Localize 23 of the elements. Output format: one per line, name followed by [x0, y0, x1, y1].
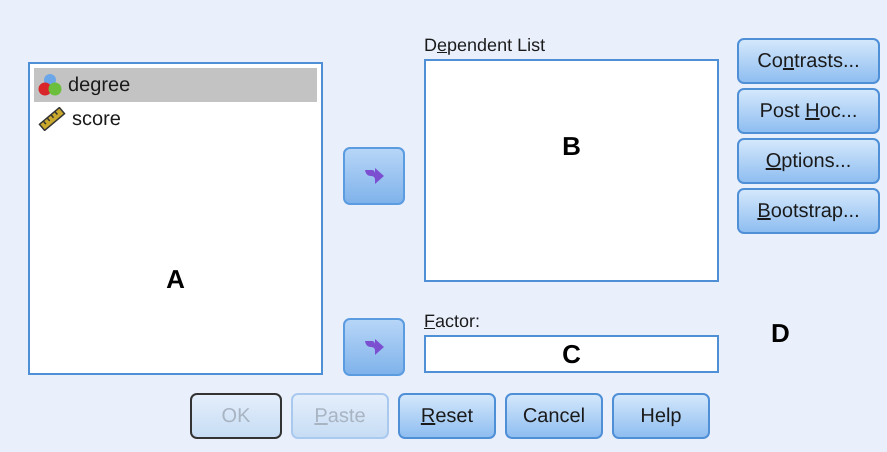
- dialog-button[interactable]: Contrasts...: [737, 38, 880, 84]
- annotation-label: D: [771, 318, 790, 348]
- dialog-button[interactable]: Cancel: [505, 393, 603, 439]
- move-arrow-button[interactable]: [343, 318, 405, 376]
- annotation-label: B: [562, 130, 581, 163]
- factor-field[interactable]: C: [424, 335, 719, 373]
- variable-list[interactable]: degree score A: [28, 62, 323, 375]
- field-label: Factor:: [424, 310, 482, 333]
- dialog-button[interactable]: Reset: [398, 393, 496, 439]
- arrow-icon: [363, 337, 385, 357]
- dialog-button[interactable]: Help: [612, 393, 710, 439]
- variable-item[interactable]: score: [34, 102, 317, 136]
- variable-item[interactable]: degree: [34, 68, 317, 102]
- dialog-button[interactable]: Bootstrap...: [737, 188, 880, 234]
- annotation-label: C: [562, 338, 581, 370]
- nominal-icon: [38, 73, 62, 97]
- dependent-list[interactable]: B: [424, 59, 719, 282]
- annotation-label: A: [166, 263, 185, 296]
- move-arrow-button[interactable]: [343, 147, 405, 205]
- arrow-icon: [363, 166, 385, 186]
- field-label: Dependent List: [424, 34, 546, 57]
- dialog-button[interactable]: Post Hoc...: [737, 88, 880, 134]
- dialog-button[interactable]: Options...: [737, 138, 880, 184]
